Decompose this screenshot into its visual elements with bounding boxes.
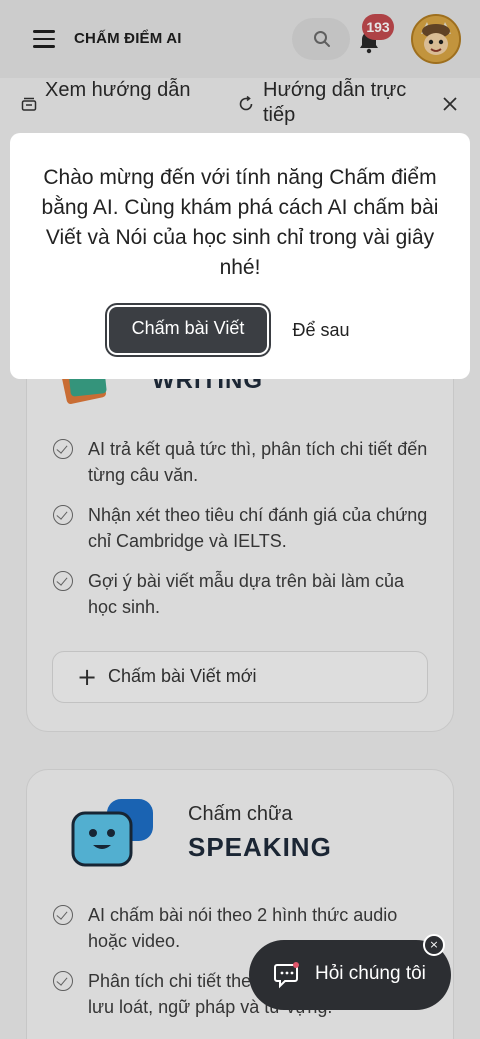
close-icon[interactable] (442, 96, 458, 112)
refresh-icon (239, 96, 253, 111)
search-icon (314, 31, 330, 47)
hamburger-menu-icon[interactable] (33, 30, 55, 48)
plus-icon: + (77, 663, 98, 691)
speaking-title: SPEAKING (188, 832, 332, 862)
writing-feature-list: AI trả kết quả tức thì, phân tích chi ti… (53, 436, 433, 634)
new-writing-button[interactable]: + Chấm bài Viết mới (52, 651, 428, 703)
guide-bar: Xem hướng dẫn Hướng dẫn trực tiếp (0, 78, 480, 134)
check-circle-icon (53, 905, 73, 925)
live-guide-link[interactable]: Hướng dẫn trực tiếp (263, 78, 433, 128)
check-circle-icon (53, 439, 73, 459)
guide-book-icon (21, 97, 37, 111)
close-chat-button[interactable]: × (423, 934, 445, 956)
avatar[interactable] (411, 14, 461, 64)
search-button[interactable] (292, 18, 350, 60)
welcome-dialog: Chào mừng đến với tính năng Chấm điểm bằ… (10, 133, 470, 379)
check-circle-icon (53, 571, 73, 591)
list-item: Gợi ý bài viết mẫu dựa trên bài làm của … (53, 568, 433, 620)
check-circle-icon (53, 505, 73, 525)
app-header: CHẤM ĐIỂM AI 193 (0, 0, 480, 78)
ask-us-label: Hỏi chúng tôi (315, 963, 426, 984)
writing-card: WRITING AI trả kết quả tức thì, phân tíc… (26, 330, 454, 732)
later-button[interactable]: Để sau (282, 307, 360, 353)
check-circle-icon (53, 971, 73, 991)
chat-icon (274, 962, 299, 989)
list-item: AI trả kết quả tức thì, phân tích chi ti… (53, 436, 433, 488)
list-item: Nhận xét theo tiêu chí đánh giá của chứn… (53, 502, 433, 554)
dialog-message: Chào mừng đến với tính năng Chấm điểm bằ… (41, 166, 439, 279)
notification-badge: 193 (362, 14, 394, 40)
speaking-subtitle: Chấm chữa (188, 803, 293, 825)
speaking-illustration-icon (71, 799, 153, 867)
avatar-icon (413, 16, 459, 62)
view-guide-link[interactable]: Xem hướng dẫn (45, 78, 195, 103)
start-writing-button[interactable]: Chấm bài Viết (109, 307, 267, 353)
ask-us-button[interactable]: Hỏi chúng tôi (249, 940, 451, 1010)
page-title: CHẤM ĐIỂM AI (74, 30, 182, 47)
